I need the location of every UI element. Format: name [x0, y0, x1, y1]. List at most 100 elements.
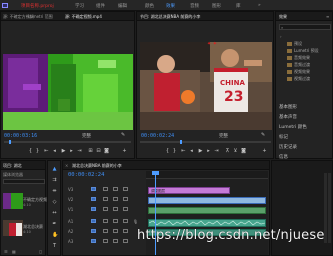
mark-out-icon[interactable]: }	[35, 149, 40, 154]
export-frame-icon[interactable]: ◙	[104, 149, 109, 154]
workspace-tab-editing[interactable]: 编辑	[118, 3, 127, 9]
workspace-tab-effects[interactable]: 效果	[166, 3, 175, 9]
workspace-tab-assembly[interactable]: 组件	[96, 3, 105, 9]
program-step-back-icon[interactable]: ◂	[189, 149, 194, 154]
mute-icon[interactable]	[113, 229, 118, 233]
razor-tool-icon[interactable]: ◇	[52, 200, 57, 205]
program-timecode[interactable]: 00:00:02:24	[141, 133, 174, 139]
tab-source-video[interactable]: 源: 不确定视频.mp4	[65, 14, 102, 20]
go-to-out-icon[interactable]: ⇥	[77, 149, 82, 154]
time-ruler[interactable]	[146, 171, 268, 179]
sync-lock-icon[interactable]	[113, 207, 118, 211]
go-to-in-icon[interactable]: ⇤	[44, 149, 49, 154]
section-markers[interactable]: 标记	[279, 134, 288, 140]
tree-item-presets[interactable]: 预设	[287, 41, 302, 47]
tab-sequence[interactable]: 湖北总决赛NBA 前赛的小李	[72, 163, 122, 169]
video-clip-v1[interactable]	[148, 207, 266, 214]
ripple-edit-tool-icon[interactable]: ⇹	[52, 189, 57, 194]
program-step-forward-icon[interactable]: ▸	[206, 149, 211, 154]
type-tool-icon[interactable]: T	[52, 244, 57, 249]
overwrite-icon[interactable]: ⊟	[96, 149, 101, 154]
add-button-icon[interactable]: +	[122, 149, 127, 154]
step-forward-icon[interactable]: ▸	[69, 149, 74, 154]
mark-in-icon[interactable]: {	[28, 149, 33, 154]
solo-icon[interactable]	[123, 219, 128, 223]
lock-icon[interactable]	[103, 187, 108, 191]
source-patch-v3[interactable]	[91, 187, 96, 191]
sequence-thumbnail[interactable]	[3, 220, 23, 236]
pen-tool-icon[interactable]: ✒	[52, 222, 57, 227]
tab-program[interactable]: 节目: 湖北总决赛NBA 前赛的小李	[140, 14, 200, 20]
workspace-tab-graphics[interactable]: 图形	[212, 3, 221, 9]
workspace-tab-libraries[interactable]: 库	[236, 3, 241, 9]
eye-icon[interactable]	[123, 207, 128, 211]
workspace-tab-learn[interactable]: 学习	[75, 3, 84, 9]
extract-icon[interactable]: ⊻	[233, 149, 238, 154]
lock-icon[interactable]	[103, 207, 108, 211]
new-item-icon[interactable]: ◻	[39, 249, 42, 254]
source-playhead[interactable]	[9, 140, 11, 144]
lock-icon[interactable]	[103, 197, 108, 201]
step-back-icon[interactable]: ◂	[52, 149, 57, 154]
icon-view-icon[interactable]: ▦	[12, 249, 16, 254]
sync-lock-icon[interactable]	[113, 187, 118, 191]
project-search-input[interactable]	[3, 179, 45, 184]
sync-lock-icon[interactable]	[113, 197, 118, 201]
playhead-handle[interactable]	[152, 171, 159, 175]
selection-tool-icon[interactable]: ▲	[52, 167, 57, 172]
program-play-icon[interactable]: ▶	[198, 149, 203, 154]
audio-clip-a1[interactable]	[148, 219, 266, 227]
video-clip-v2[interactable]	[148, 197, 266, 204]
tree-item-audio-transitions[interactable]: 音频过渡	[287, 62, 310, 68]
solo-icon[interactable]	[123, 229, 128, 233]
section-essential-graphics[interactable]: 基本图形	[279, 104, 297, 110]
program-export-frame-icon[interactable]: ◙	[241, 149, 246, 154]
solo-icon[interactable]	[123, 239, 128, 243]
eye-icon[interactable]	[123, 197, 128, 201]
chevron-right-icon[interactable]: ›	[280, 34, 282, 39]
timeline-timecode[interactable]: 00:00:02:24	[68, 172, 104, 178]
insert-icon[interactable]: ⊞	[88, 149, 93, 154]
program-mark-in-icon[interactable]: {	[165, 149, 170, 154]
panel-menu-icon[interactable]: ≡	[326, 14, 329, 19]
program-go-to-in-icon[interactable]: ⇤	[181, 149, 186, 154]
mute-icon[interactable]	[113, 219, 118, 223]
lock-icon[interactable]	[103, 229, 108, 233]
effects-search-input[interactable]: ⌕	[279, 24, 331, 30]
lock-icon[interactable]	[103, 239, 108, 243]
source-scrubber[interactable]	[4, 141, 131, 143]
tree-item-audio-effects[interactable]: 音频效果	[287, 55, 310, 61]
section-essential-sound[interactable]: 基本声音	[279, 114, 297, 120]
workspace-tab-audio[interactable]: 音频	[190, 3, 199, 9]
program-zoom-select[interactable]: 完整	[219, 133, 228, 139]
source-timecode[interactable]: 00:00:03:16	[4, 133, 37, 139]
source-patch-v2[interactable]	[91, 197, 96, 201]
program-mark-out-icon[interactable]: }	[172, 149, 177, 154]
workspace-tab-color[interactable]: 颜色	[145, 3, 154, 9]
project-subtab[interactable]: 媒体浏览器	[3, 172, 23, 178]
tree-item-lumetri-presets[interactable]: Lumetri 预设	[287, 48, 319, 54]
close-tab-icon[interactable]: ×	[65, 163, 68, 168]
clip-thumbnail[interactable]	[3, 193, 23, 209]
lock-icon[interactable]	[103, 219, 108, 223]
source-patch-a2[interactable]	[91, 229, 96, 233]
play-icon[interactable]: ▶	[61, 149, 66, 154]
source-patch-a1[interactable]	[91, 219, 96, 223]
hand-tool-icon[interactable]: ✋	[52, 233, 58, 238]
settings-wrench-icon[interactable]: ✎	[261, 132, 265, 138]
more-workspaces-icon[interactable]: »	[258, 3, 261, 8]
eye-icon[interactable]	[123, 187, 128, 191]
tab-effects[interactable]: 效果	[279, 14, 287, 20]
program-go-to-out-icon[interactable]: ⇥	[214, 149, 219, 154]
source-patch-a3[interactable]	[91, 239, 96, 243]
tree-item-video-effects[interactable]: 视频效果	[287, 69, 310, 75]
tab-project[interactable]: 项目: 湖北	[3, 163, 22, 169]
program-add-button-icon[interactable]: +	[262, 149, 267, 154]
track-select-tool-icon[interactable]: ⇉	[52, 178, 57, 183]
source-patch-v1[interactable]	[91, 207, 96, 211]
section-lumetri-color[interactable]: Lumetri 颜色	[279, 124, 307, 130]
source-zoom-select[interactable]: 完整	[82, 133, 91, 139]
wrench-icon[interactable]: ✎	[121, 132, 125, 138]
list-view-icon[interactable]: ☰	[4, 249, 8, 254]
adjustment-layer-clip[interactable]: 调整图层	[148, 187, 230, 194]
